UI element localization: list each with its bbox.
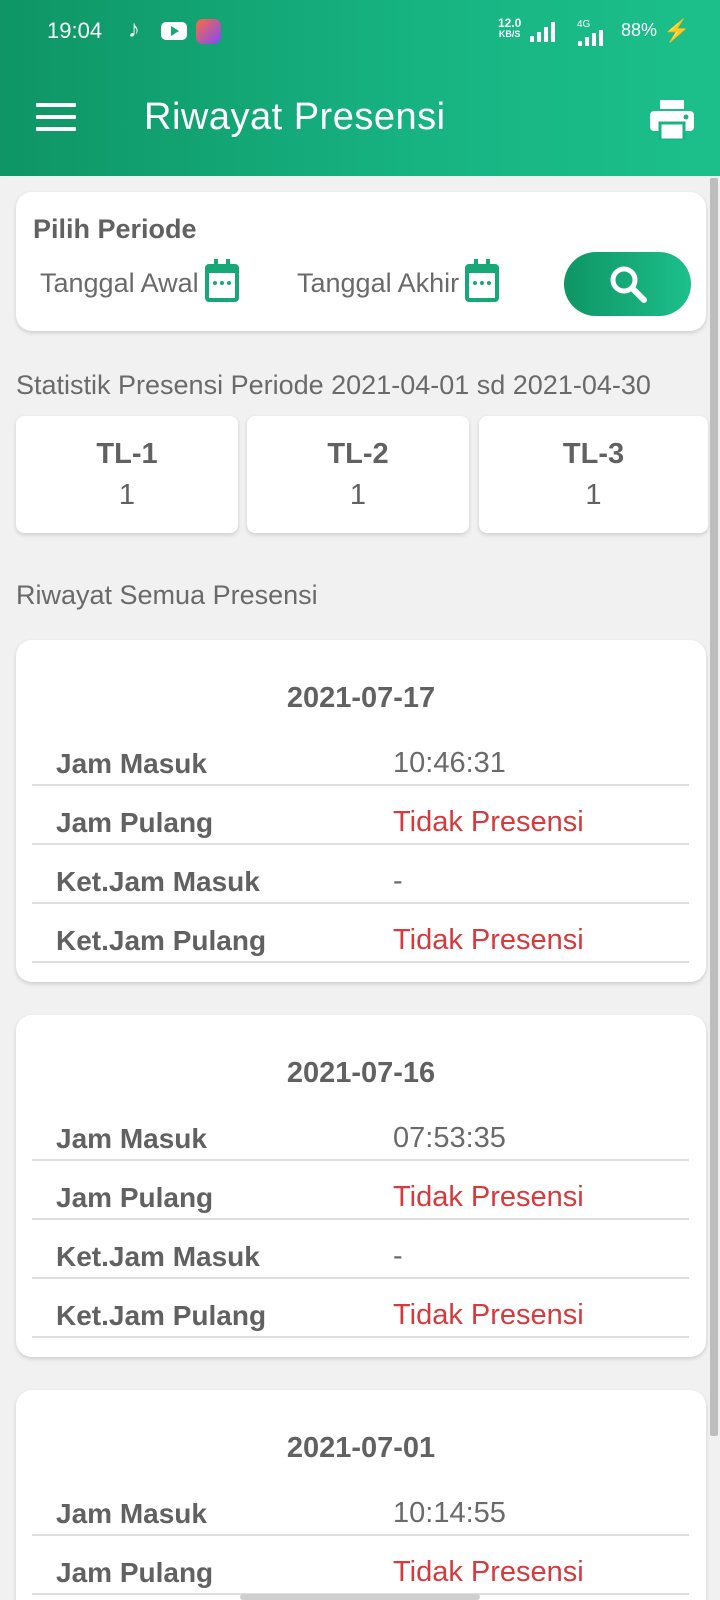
stats-title: Statistik Presensi Periode 2021-04-01 sd… [16,370,651,400]
end-date-field[interactable]: Tanggal Akhir [297,259,500,302]
row-key: Jam Masuk [56,748,207,779]
record-date: 2021-07-16 [286,1057,436,1089]
network-speed: 12.0 KB/S [498,16,522,40]
record-row: Ket.Jam Masuk - [32,845,689,904]
attendance-record-card: 2021-07-01 Jam Masuk 10:14:55 Jam Pulang… [16,1390,706,1600]
row-value: - [393,1240,403,1272]
history-title: Riwayat Semua Presensi [16,580,318,610]
record-row: Jam Pulang Tidak Presensi [32,786,689,845]
row-key: Ket.Jam Masuk [56,1241,260,1272]
record-row: Ket.Jam Pulang Tidak Presensi [32,1279,689,1338]
signal-4g-icon [578,26,603,46]
period-label: Pilih Periode [33,214,197,244]
record-row: Jam Masuk 10:14:55 [32,1477,689,1536]
status-time: 19:04 [47,18,103,43]
row-value: Tidak Presensi [393,1299,584,1331]
search-icon [610,266,647,303]
record-row: Jam Masuk 10:46:31 [32,727,689,786]
status-bar: 19:04 ♪ 12.0 KB/S 4G 88% ⚡ [0,0,720,64]
charging-icon: ⚡ [663,18,691,43]
row-key: Jam Pulang [56,807,214,838]
row-key: Jam Pulang [56,1557,214,1588]
start-date-label: Tanggal Awal [40,267,199,298]
stat-label: TL-3 [562,438,625,470]
row-key: Ket.Jam Pulang [56,925,267,956]
row-key: Ket.Jam Masuk [56,866,260,897]
stat-value: 1 [349,479,367,511]
page-title: Riwayat Presensi [144,96,446,138]
stat-label: TL-2 [327,438,389,470]
row-value: 10:46:31 [393,747,506,779]
attendance-record-card: 2021-07-16 Jam Masuk 07:53:35 Jam Pulang… [16,1015,706,1357]
stat-card-tl1: TL-1 1 [16,416,238,533]
row-value: 07:53:35 [393,1122,506,1154]
app-bar: 19:04 ♪ 12.0 KB/S 4G 88% ⚡ Riwayat Prese… [0,0,720,176]
stat-label: TL-1 [96,438,158,470]
record-row: Jam Pulang Tidak Presensi [32,1536,689,1595]
period-selector-card: Pilih Periode Tanggal Awal Tanggal Akhir [16,192,706,331]
record-row: Jam Pulang Tidak Presensi [32,1161,689,1220]
signal-icon [530,22,555,42]
calendar-icon[interactable] [204,259,239,302]
end-date-label: Tanggal Akhir [297,267,460,298]
row-value: Tidak Presensi [393,1556,584,1588]
hamburger-menu-icon[interactable] [36,103,76,133]
record-date: 2021-07-17 [286,682,436,714]
row-key: Jam Masuk [56,1498,207,1529]
stat-value: 1 [585,479,602,511]
youtube-icon [161,22,187,40]
stat-value: 1 [118,479,136,511]
app-notification-icon [196,19,221,44]
row-value: Tidak Presensi [393,1181,584,1213]
net-speed-unit: KB/S [498,29,521,39]
row-value: Tidak Presensi [393,924,584,956]
search-button[interactable] [564,252,691,316]
row-value: - [393,865,403,897]
net-speed-value: 12.0 [498,16,522,30]
stat-card-tl2: TL-2 1 [247,416,469,533]
row-value: Tidak Presensi [393,806,584,838]
scrollbar[interactable] [710,178,718,1436]
row-key: Jam Pulang [56,1182,214,1213]
attendance-record-card: 2021-07-17 Jam Masuk 10:46:31 Jam Pulang… [16,640,706,982]
printer-icon[interactable] [650,100,694,142]
record-row: Ket.Jam Masuk - [32,1220,689,1279]
battery-level: 88% [621,20,658,40]
stat-card-tl3: TL-3 1 [479,416,708,533]
record-row: Ket.Jam Pulang Tidak Presensi [32,904,689,963]
music-note-icon: ♪ [128,16,140,43]
calendar-icon[interactable] [465,259,500,302]
row-key: Ket.Jam Pulang [56,1300,267,1331]
home-indicator [240,1594,480,1600]
row-key: Jam Masuk [56,1123,207,1154]
record-row: Jam Masuk 07:53:35 [32,1102,689,1161]
record-date: 2021-07-01 [286,1432,436,1464]
row-value: 10:14:55 [393,1497,506,1529]
start-date-field[interactable]: Tanggal Awal [40,259,239,302]
